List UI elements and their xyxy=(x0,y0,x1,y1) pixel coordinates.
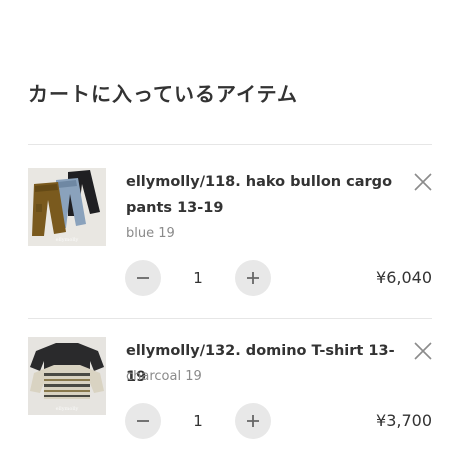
quantity-decrease-button[interactable] xyxy=(125,260,161,296)
quantity-increase-button[interactable] xyxy=(235,260,271,296)
divider xyxy=(28,144,432,145)
plus-icon xyxy=(247,272,259,284)
quantity-increase-button[interactable] xyxy=(235,403,271,439)
divider xyxy=(28,318,432,319)
item-price: ¥3,700 xyxy=(376,411,432,430)
item-variant: blue 19 xyxy=(126,226,175,241)
quantity-decrease-button[interactable] xyxy=(125,403,161,439)
remove-item-button[interactable] xyxy=(412,171,434,193)
minus-icon xyxy=(137,277,149,279)
item-name[interactable]: ellymolly/118. hako bullon cargo pants 1… xyxy=(126,169,406,221)
page-title: カートに入っているアイテム xyxy=(28,82,298,106)
item-price: ¥6,040 xyxy=(376,268,432,287)
product-thumbnail[interactable]: ellymolly xyxy=(28,337,106,415)
remove-item-button[interactable] xyxy=(412,340,434,362)
quantity-value[interactable]: 1 xyxy=(180,269,216,287)
quantity-value[interactable]: 1 xyxy=(180,412,216,430)
plus-icon xyxy=(247,415,259,427)
minus-icon xyxy=(137,420,149,422)
product-thumbnail[interactable]: ellymolly xyxy=(28,168,106,246)
watermark: ellymolly xyxy=(55,237,79,243)
watermark: ellymolly xyxy=(55,406,79,412)
item-variant: charcoal 19 xyxy=(126,369,202,384)
close-icon xyxy=(414,173,432,191)
close-icon xyxy=(414,342,432,360)
